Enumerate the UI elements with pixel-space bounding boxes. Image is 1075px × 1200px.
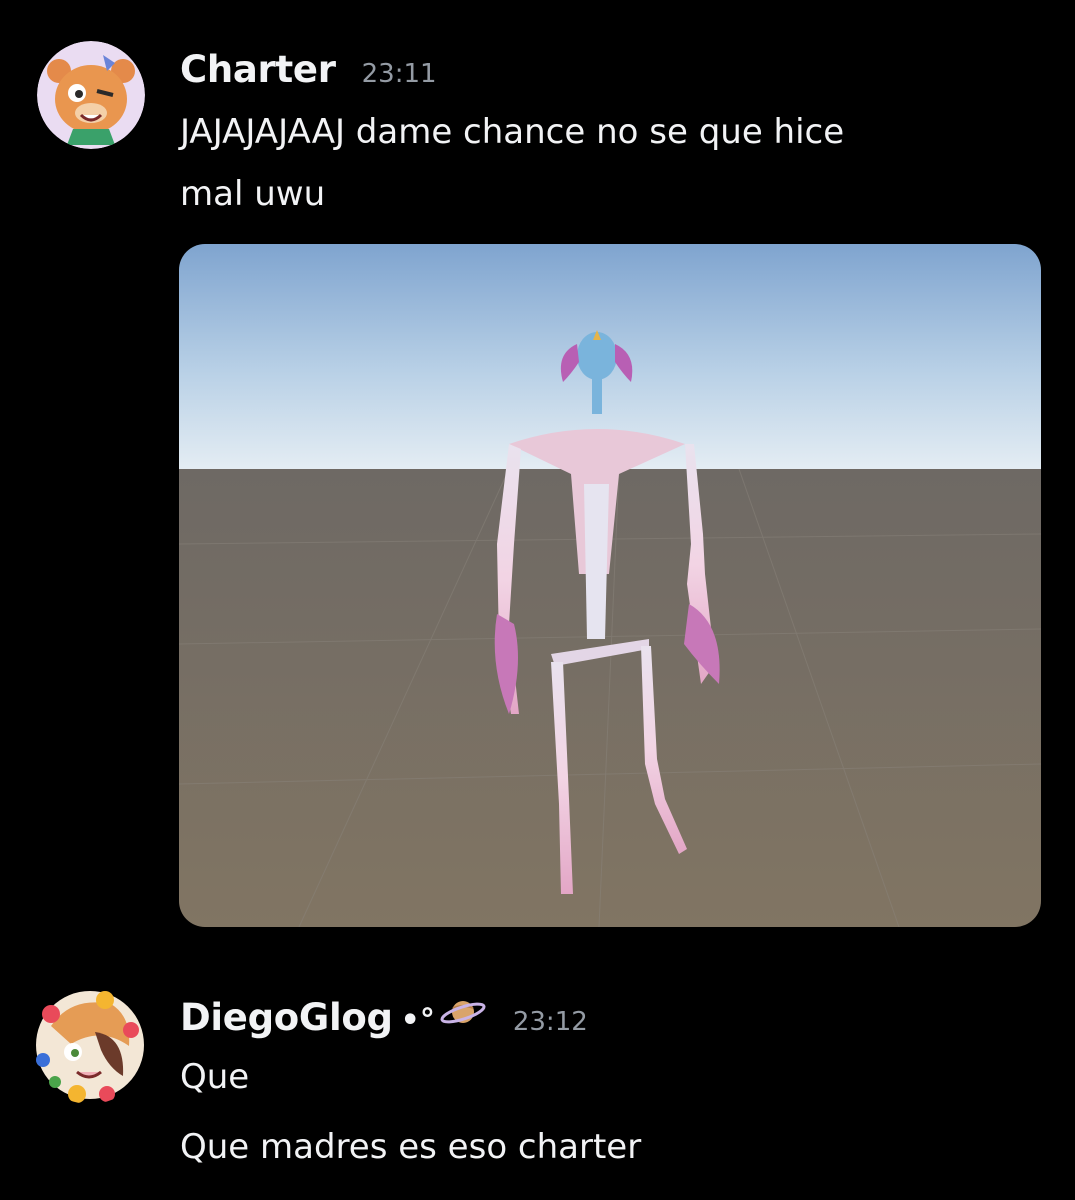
3d-model-preview-image <box>179 244 1041 927</box>
message-charter: Charter 23:11 JAJAJAJAAJ dame chance no … <box>0 0 1075 940</box>
avatar-charter[interactable] <box>37 41 145 149</box>
image-attachment[interactable] <box>179 244 1041 927</box>
message-timestamp: 23:12 <box>512 1007 588 1037</box>
fox-avatar-icon <box>36 991 144 1103</box>
username-diegoglog[interactable]: DiegoGlog <box>180 996 393 1039</box>
message-line: JAJAJAJAAJ dame chance no se que hice <box>180 112 845 152</box>
message-line: Que <box>180 1057 250 1097</box>
message-timestamp: 23:11 <box>361 59 437 89</box>
message-line: Que madres es eso charter <box>180 1127 642 1167</box>
ringed-planet-icon <box>439 994 487 1030</box>
avatar-diegoglog[interactable] <box>31 986 149 1104</box>
username-charter[interactable]: Charter <box>180 48 336 91</box>
bear-avatar-icon <box>37 41 145 149</box>
message-diegoglog: DiegoGlog •° 23:12 Que Que madres es eso… <box>0 960 1075 1200</box>
username-decoration: •° <box>400 1003 435 1038</box>
message-line: mal uwu <box>180 174 326 214</box>
